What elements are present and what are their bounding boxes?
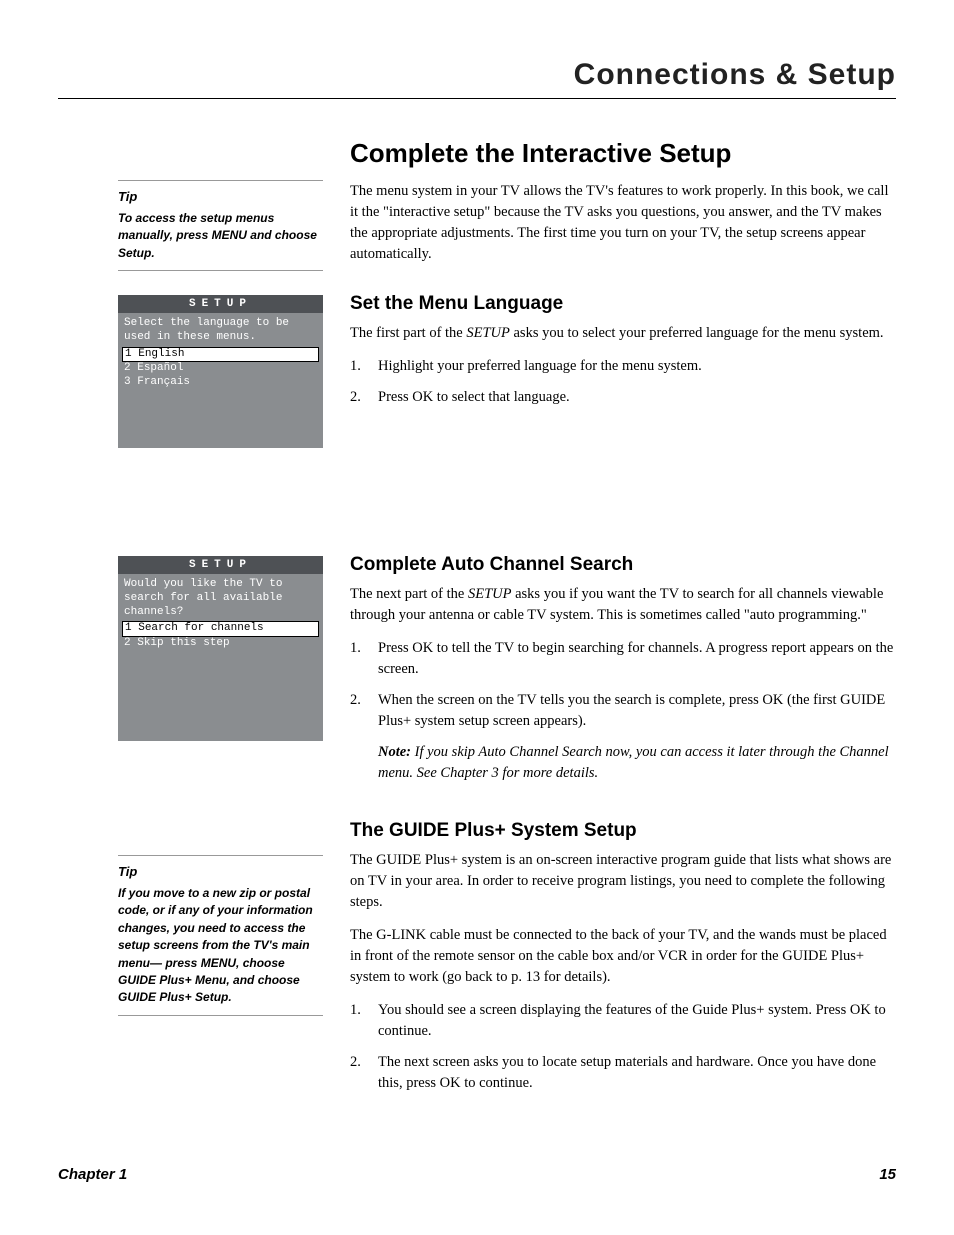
- section-guide-plus-setup: The GUIDE Plus+ System Setup The GUIDE P…: [350, 820, 896, 1104]
- section-paragraph: The G-LINK cable must be connected to th…: [350, 925, 896, 988]
- section-auto-channel-search: Complete Auto Channel Search The next pa…: [350, 554, 896, 784]
- section-intro: The next part of the SETUP asks you if y…: [350, 584, 896, 626]
- step-item: Press OK to select that language.: [350, 387, 896, 408]
- section-intro: The first part of the SETUP asks you to …: [350, 323, 896, 344]
- step-list: Highlight your preferred language for th…: [350, 356, 896, 408]
- section-intro: The menu system in your TV allows the TV…: [350, 181, 896, 265]
- step-list: Press OK to tell the TV to begin searchi…: [350, 638, 896, 732]
- tip-title: Tip: [118, 189, 323, 204]
- section-title: Set the Menu Language: [350, 293, 896, 315]
- tip-title: Tip: [118, 864, 323, 879]
- setup-prompt: Select the language to be used in these …: [118, 313, 323, 347]
- section-title: Complete the Interactive Setup: [350, 138, 896, 169]
- chapter-label: Chapter 1: [58, 1166, 127, 1183]
- page-footer: Chapter 1 15: [58, 1166, 896, 1183]
- setup-option-english: 1 English: [122, 347, 319, 363]
- section-title: The GUIDE Plus+ System Setup: [350, 820, 896, 842]
- setup-option-skip: 2 Skip this step: [118, 637, 323, 651]
- page-number: 15: [879, 1166, 896, 1183]
- step-item: Highlight your preferred language for th…: [350, 356, 896, 377]
- setup-option-francais: 3 Français: [118, 376, 323, 390]
- section-paragraph: The GUIDE Plus+ system is an on-screen i…: [350, 850, 896, 913]
- setup-option-espanol: 2 Español: [118, 362, 323, 376]
- setup-screenshot-channel: SETUP Would you like the TV to search fo…: [118, 556, 323, 741]
- step-item: Press OK to tell the TV to begin searchi…: [350, 638, 896, 680]
- setup-title: SETUP: [118, 295, 323, 313]
- tip-body: To access the setup menus manually, pres…: [118, 210, 323, 262]
- page-header: Connections & Setup: [58, 58, 896, 99]
- tip-body: If you move to a new zip or postal code,…: [118, 885, 323, 1007]
- step-item: The next screen asks you to locate setup…: [350, 1052, 896, 1094]
- step-item: You should see a screen displaying the f…: [350, 1000, 896, 1042]
- setup-prompt: Would you like the TV to search for all …: [118, 574, 323, 621]
- section-complete-interactive-setup: Complete the Interactive Setup The menu …: [350, 138, 896, 277]
- setup-title: SETUP: [118, 556, 323, 574]
- step-list: You should see a screen displaying the f…: [350, 1000, 896, 1094]
- setup-option-search: 1 Search for channels: [122, 621, 319, 637]
- tip-block-1: Tip To access the setup menus manually, …: [118, 180, 323, 271]
- tip-block-2: Tip If you move to a new zip or postal c…: [118, 855, 323, 1016]
- section-set-menu-language: Set the Menu Language The first part of …: [350, 293, 896, 418]
- step-item: When the screen on the TV tells you the …: [350, 690, 896, 732]
- setup-screenshot-language: SETUP Select the language to be used in …: [118, 295, 323, 448]
- page-header-title: Connections & Setup: [58, 58, 896, 92]
- section-title: Complete Auto Channel Search: [350, 554, 896, 576]
- note: Note: If you skip Auto Channel Search no…: [350, 742, 896, 784]
